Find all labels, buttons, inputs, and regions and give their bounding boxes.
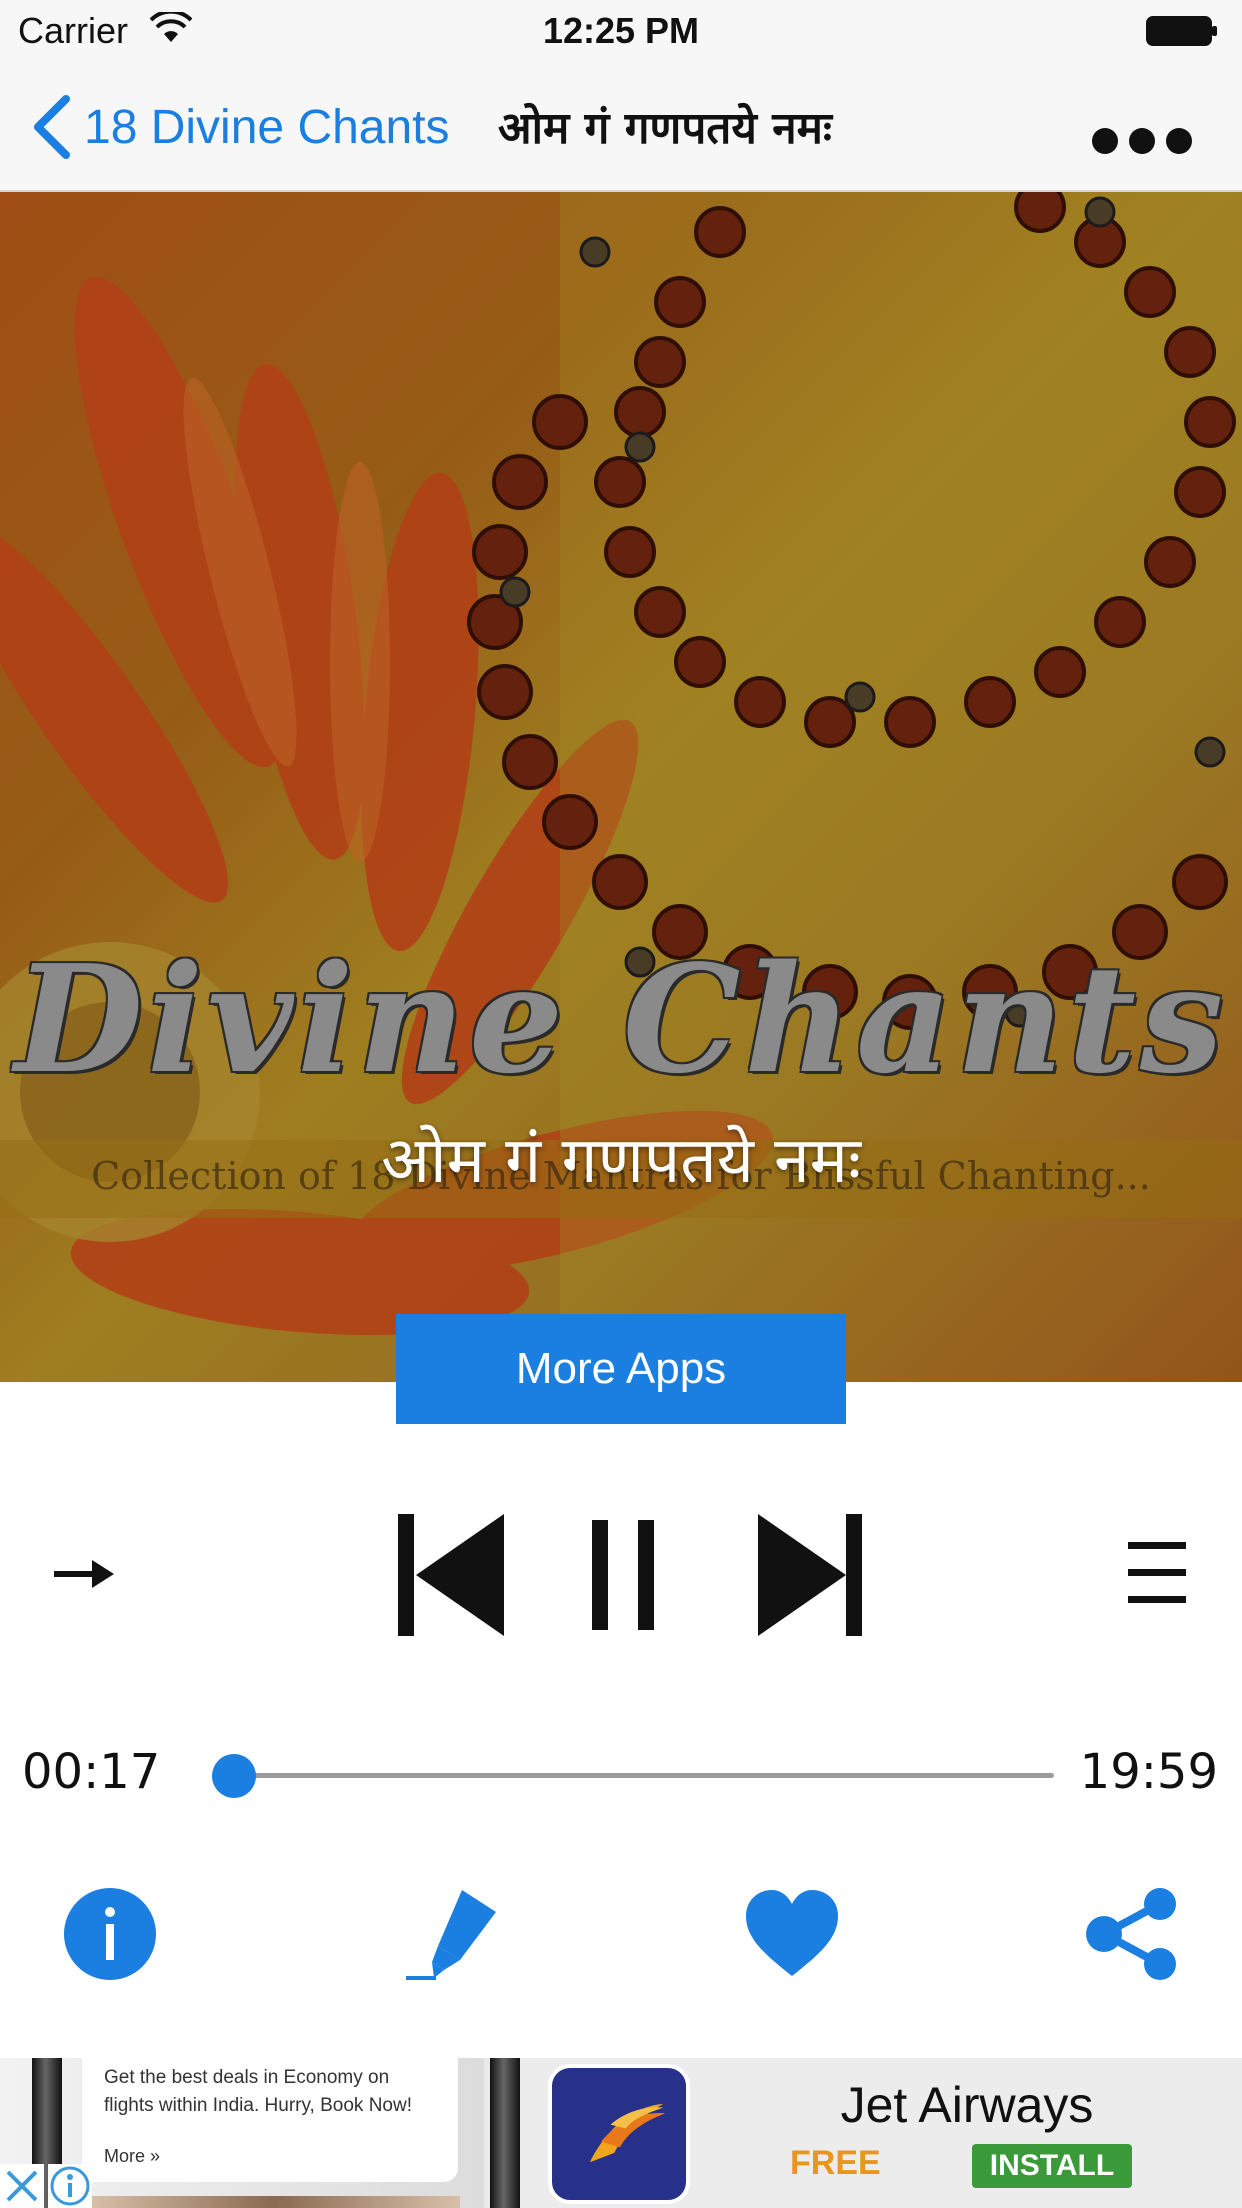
menu-icon[interactable] [1128, 1542, 1186, 1604]
back-button[interactable]: 18 Divine Chants [30, 92, 450, 162]
ad-brand-name: Jet Airways [840, 2077, 1094, 2133]
page-title: ओम गं गणपतये नमः [498, 103, 832, 154]
highlighter-pen-icon[interactable] [404, 1886, 500, 1982]
back-button-label: 18 Divine Chants [84, 100, 450, 154]
chevron-left-icon [34, 95, 70, 159]
clock: 12:25 PM [542, 10, 700, 51]
cover-logo-text: Divine Chants [14, 932, 1228, 1106]
progress-slider-thumb[interactable] [211, 1754, 256, 1798]
ad-description: Get the best deals in Economy on flights… [104, 2067, 412, 2116]
cover-artwork: Divine Chants Collection of 18 Divine Ma… [0, 192, 1242, 1382]
ad-more-link[interactable]: More » [104, 2146, 160, 2167]
status-bar: Carrier 12:25 PM [0, 0, 1242, 62]
pause-icon[interactable] [592, 1520, 654, 1630]
close-icon[interactable] [0, 2164, 44, 2208]
ad-price: FREE [790, 2144, 881, 2182]
jet-airways-logo [548, 2064, 690, 2204]
ad-photo [90, 2196, 460, 2208]
now-playing-title: ओम गं गणपतये नमः [381, 1124, 861, 1198]
elapsed-time: 00:17 [22, 1744, 161, 1800]
arrow-right-icon[interactable] [52, 1556, 116, 1592]
skip-next-icon[interactable] [758, 1514, 862, 1636]
skip-previous-icon[interactable] [398, 1514, 504, 1636]
navigation-bar: 18 Divine Chants ओम गं गणपतये नमः [0, 62, 1242, 192]
share-icon[interactable] [1084, 1886, 1180, 1982]
battery-icon [1146, 16, 1217, 46]
ad-choices-icon[interactable] [48, 2164, 92, 2208]
progress-slider[interactable] [222, 1773, 1054, 1778]
info-icon[interactable] [62, 1886, 158, 1982]
ellipsis-icon[interactable] [1092, 124, 1192, 158]
more-apps-button[interactable]: More Apps [396, 1314, 846, 1424]
ad-card: Get the best deals in Economy on flights… [82, 2058, 458, 2182]
total-time: 19:59 [1079, 1744, 1218, 1800]
ad-install-button[interactable]: INSTALL [972, 2144, 1132, 2188]
heart-icon[interactable] [744, 1886, 840, 1982]
